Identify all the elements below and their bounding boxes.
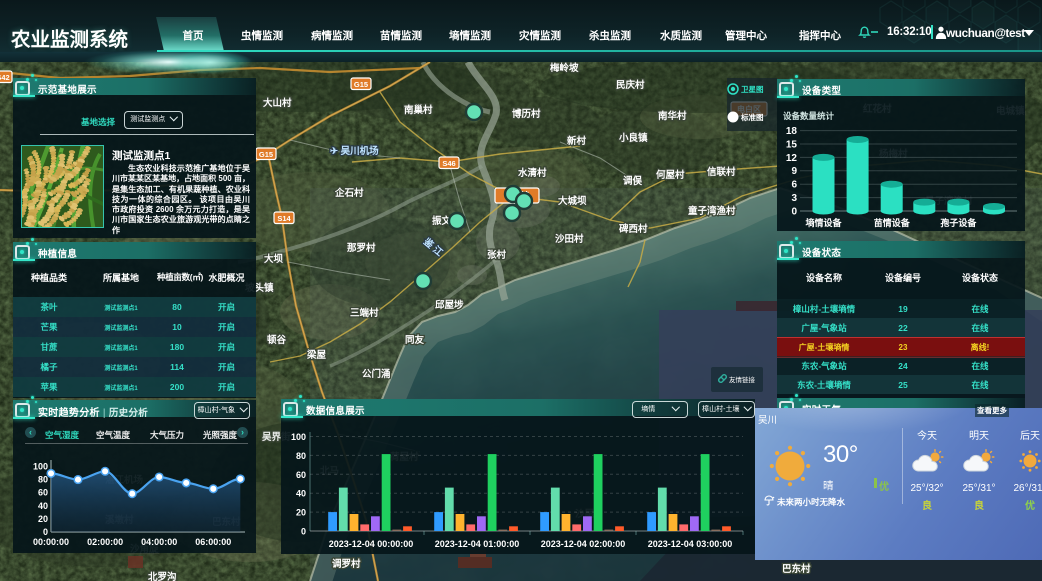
svg-text:20: 20	[296, 508, 306, 518]
svg-text:00:00:00: 00:00:00	[33, 537, 69, 547]
svg-text:何屋村: 何屋村	[656, 169, 685, 181]
svg-text:信联村: 信联村	[707, 166, 736, 178]
svg-text:公门涌: 公门涌	[362, 368, 391, 380]
svg-text:40: 40	[38, 501, 48, 511]
svg-text:S46: S46	[442, 159, 455, 168]
svg-text:博历村: 博历村	[512, 108, 541, 120]
svg-text:3: 3	[791, 193, 797, 204]
svg-text:调罗村: 调罗村	[332, 558, 361, 570]
svg-text:那罗村: 那罗村	[347, 242, 376, 254]
svg-text:三端村: 三端村	[350, 307, 379, 319]
svg-text:顿谷: 顿谷	[267, 334, 287, 346]
svg-text:友情链接: 友情链接	[729, 375, 756, 384]
svg-text:大坝: 大坝	[264, 253, 284, 265]
svg-text:卫星图: 卫星图	[741, 84, 764, 94]
svg-text:邱屋埗: 邱屋埗	[435, 299, 464, 311]
svg-text:04:00:00: 04:00:00	[141, 537, 177, 547]
svg-text:南华村: 南华村	[658, 110, 687, 122]
svg-text:孢子设备: 孢子设备	[940, 217, 977, 228]
svg-text:墒情设备: 墒情设备	[805, 217, 842, 228]
svg-text:同友: 同友	[405, 334, 425, 346]
svg-text:60: 60	[38, 488, 48, 498]
svg-text:水清村: 水清村	[518, 167, 547, 179]
svg-text:0: 0	[43, 527, 48, 537]
svg-text:南巢村: 南巢村	[404, 104, 433, 116]
svg-text:0: 0	[791, 206, 797, 217]
svg-text:S42: S42	[0, 73, 10, 82]
svg-text:2023-12-04 01:00:00: 2023-12-04 01:00:00	[435, 539, 520, 549]
svg-text:大山村: 大山村	[263, 97, 292, 109]
svg-text:民庆村: 民庆村	[616, 79, 645, 91]
svg-text:18: 18	[786, 126, 798, 137]
svg-text:2023-12-04 03:00:00: 2023-12-04 03:00:00	[648, 539, 733, 549]
svg-text:9: 9	[791, 166, 797, 177]
svg-text:小良镇: 小良镇	[618, 132, 648, 144]
svg-text:梅岭坡: 梅岭坡	[550, 62, 579, 74]
svg-text:0: 0	[301, 527, 306, 537]
svg-text:100: 100	[291, 432, 306, 442]
svg-text:6: 6	[791, 180, 797, 191]
svg-text:40: 40	[296, 489, 306, 499]
svg-text:G15: G15	[259, 150, 273, 159]
svg-text:✈ 吴川机场: ✈ 吴川机场	[330, 145, 379, 157]
svg-text:碑西村: 碑西村	[619, 223, 648, 235]
svg-text:沙田村: 沙田村	[555, 233, 584, 245]
svg-text:巴东村: 巴东村	[782, 563, 811, 575]
svg-text:20: 20	[38, 514, 48, 524]
svg-text:2023-12-04 00:00:00: 2023-12-04 00:00:00	[329, 539, 414, 549]
svg-text:2023-12-04 02:00:00: 2023-12-04 02:00:00	[541, 539, 626, 549]
svg-text:06:00:00: 06:00:00	[195, 537, 231, 547]
svg-text:企石村: 企石村	[334, 187, 364, 199]
svg-text:100: 100	[33, 462, 48, 472]
svg-text:80: 80	[38, 475, 48, 485]
svg-text:大城坝: 大城坝	[558, 195, 587, 207]
svg-text:15: 15	[786, 139, 798, 150]
svg-text:童子湾渔村: 童子湾渔村	[688, 205, 736, 217]
svg-text:S14: S14	[277, 214, 291, 223]
svg-text:G15: G15	[354, 80, 368, 89]
svg-text:02:00:00: 02:00:00	[87, 537, 123, 547]
svg-text:12: 12	[786, 153, 798, 164]
svg-text:梁屋: 梁屋	[306, 349, 327, 361]
svg-text:60: 60	[296, 470, 306, 480]
svg-text:张村: 张村	[487, 249, 507, 261]
svg-text:苗情设备: 苗情设备	[874, 217, 911, 228]
svg-text:新村: 新村	[567, 135, 587, 147]
svg-text:调俣: 调俣	[623, 175, 643, 187]
svg-text:80: 80	[296, 451, 306, 461]
svg-text:标准图: 标准图	[740, 112, 764, 122]
svg-text:北罗沟: 北罗沟	[148, 571, 177, 581]
